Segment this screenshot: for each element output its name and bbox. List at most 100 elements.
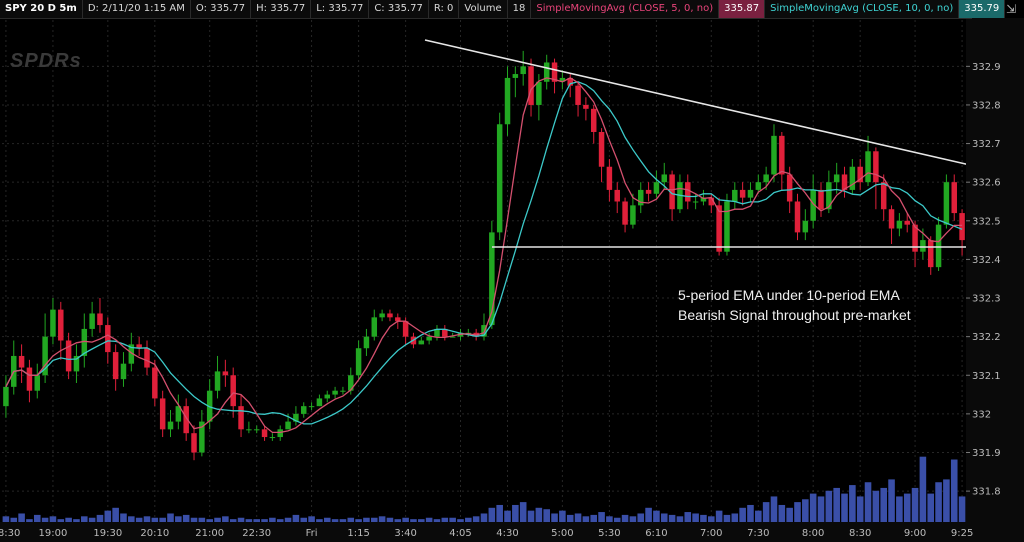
price-chart[interactable]: 332.9 332.8 332.7 332.6 332.5 332.4 332.3 332.2… — [0, 0, 1024, 542]
volume-bar — [276, 519, 284, 522]
volume-bar — [958, 496, 966, 522]
sma10-study-label[interactable]: SimpleMovingAvg (CLOSE, 10, 0, no) — [765, 0, 960, 18]
collapse-icon[interactable]: ⇲ — [1004, 2, 1018, 16]
sma5-study-label[interactable]: SimpleMovingAvg (CLOSE, 5, 0, no) — [531, 0, 720, 18]
candlesticks — [3, 50, 965, 461]
candle-body — [371, 317, 378, 337]
candle-body — [528, 66, 534, 105]
volume-bar — [739, 507, 746, 522]
volume-bar — [692, 513, 699, 522]
annotation-line-1: 5-period EMA under 10-period EMA — [678, 287, 900, 303]
candle-body — [763, 174, 769, 183]
candle-body — [238, 406, 244, 430]
volume-bar — [817, 496, 825, 522]
volume-bar — [849, 485, 856, 522]
candle-body — [943, 182, 950, 225]
candle-body — [630, 205, 636, 225]
volume-bar — [457, 519, 464, 522]
price-tick-label: 331.8 — [972, 487, 1001, 498]
volume-bar — [566, 514, 574, 522]
sma10-line — [5, 81, 963, 425]
volume-bar — [378, 516, 386, 522]
time-tick-label: 9:00 — [904, 528, 926, 539]
volume-bar — [888, 479, 895, 522]
volume-bar — [159, 517, 166, 522]
candle-body — [97, 313, 103, 326]
candle-body — [332, 390, 338, 395]
candle-body — [18, 355, 25, 368]
candle-body — [904, 220, 910, 225]
volume-bar — [755, 510, 762, 522]
candle-body — [3, 386, 9, 407]
candle-body — [285, 421, 291, 430]
volume-bar — [747, 504, 754, 522]
price-tick-label: 331.9 — [972, 448, 1001, 459]
volume-bar — [559, 510, 566, 522]
candle-body — [89, 313, 95, 329]
volume-label: Volume — [459, 0, 508, 18]
volume-bar — [2, 516, 10, 522]
volume-bar — [81, 516, 88, 522]
volume-bar — [151, 517, 159, 522]
volume-bar — [41, 517, 49, 522]
candle-body — [214, 371, 221, 391]
volume-bar — [135, 517, 143, 522]
volume-bar — [88, 517, 96, 522]
candle-body — [622, 201, 628, 225]
volume-bar — [143, 516, 151, 522]
candle-body — [771, 135, 777, 175]
candle-body — [112, 352, 119, 380]
volume-bar — [449, 517, 456, 522]
volume-bar — [104, 510, 112, 522]
candle-body — [105, 325, 111, 353]
volume-bar — [653, 510, 660, 522]
candle-body — [779, 135, 785, 175]
annotation-line-2: Bearish Signal throughout pre-market — [678, 307, 911, 323]
candle-body — [58, 309, 64, 341]
volume-bar — [770, 496, 778, 522]
range-readout: R: 0 — [429, 0, 460, 18]
candle-body — [786, 174, 793, 202]
candle-body — [590, 108, 597, 132]
volume-bar — [214, 517, 221, 522]
candle-body — [308, 406, 315, 408]
volume-bar — [613, 517, 621, 522]
price-axis: 332.9 332.8 332.7 332.6 332.5 332.4 332.3 332.2… — [966, 18, 1024, 542]
date-readout: D: 2/11/20 1:15 AM — [83, 0, 191, 18]
volume-bar — [519, 502, 527, 522]
volume-bar — [237, 517, 245, 522]
price-tick-label: 332.8 — [972, 100, 1001, 111]
volume-bar — [26, 519, 33, 522]
open-readout: O: 335.77 — [191, 0, 252, 18]
volume-bar — [778, 504, 786, 522]
time-tick-label: 5:00 — [551, 528, 573, 539]
candle-body — [277, 429, 283, 438]
volume-bar — [18, 513, 25, 522]
volume-bar — [433, 519, 441, 522]
candle-body — [685, 182, 691, 202]
volume-bar — [261, 519, 268, 522]
volume-bar — [864, 482, 872, 522]
price-tick-label: 332.4 — [972, 255, 1001, 266]
volume-bar — [182, 514, 190, 522]
candle-body — [732, 189, 738, 202]
time-tick-label: 19:00 — [39, 528, 68, 539]
candle-body — [747, 189, 754, 198]
volume-bar — [543, 509, 550, 522]
volume-bar — [206, 519, 213, 522]
time-tick-label: 20:10 — [140, 528, 169, 539]
candle-body — [755, 182, 762, 190]
price-tick-label: 332.2 — [972, 332, 1001, 343]
price-axis-bg — [966, 18, 1024, 542]
time-tick-label: Fri — [306, 528, 318, 539]
volume-bar — [825, 490, 833, 522]
candle-body — [606, 166, 613, 190]
chart-header: SPY 20 D 5m D: 2/11/20 1:15 AM O: 335.77… — [0, 0, 1006, 19]
volume-bar — [872, 490, 880, 522]
volume-bar — [410, 519, 417, 522]
volume-bar — [112, 507, 119, 522]
candle-body — [120, 363, 127, 380]
symbol-label[interactable]: SPY 20 D 5m — [0, 0, 83, 18]
volume-bar — [794, 502, 801, 522]
volume-bar — [386, 517, 394, 522]
